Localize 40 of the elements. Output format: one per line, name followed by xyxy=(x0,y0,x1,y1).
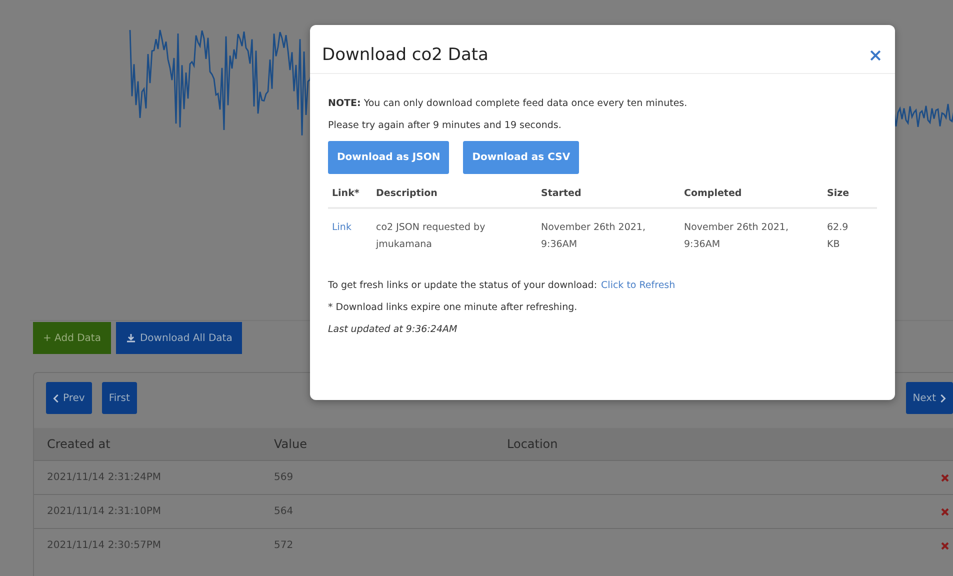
note-text: NOTE: You can only download complete feed data once every ten minutes. xyxy=(328,97,688,110)
table-cell-text: 569 xyxy=(274,472,294,483)
column-header: Started xyxy=(541,188,582,199)
next-button[interactable]: Next xyxy=(906,382,953,414)
table-cell-text: 2021/11/14 2:31:24PM xyxy=(47,472,162,483)
close-icon[interactable] xyxy=(870,50,881,60)
retry-text: Please try again after 9 minutes and 19 seconds. xyxy=(328,119,562,133)
column-header: Location xyxy=(507,437,559,451)
delete-icon[interactable] xyxy=(941,508,949,516)
table-cell-text: November 26th 2021, 9:36AM xyxy=(541,220,646,252)
table-cell-text: 572 xyxy=(274,540,294,551)
column-header: Link* xyxy=(331,188,360,199)
table-cell-text: 2021/11/14 2:30:57PM xyxy=(47,540,162,551)
column-header: Value xyxy=(274,437,308,451)
download-link[interactable]: Link xyxy=(328,218,376,253)
download-button[interactable]: Download as JSON xyxy=(328,140,450,174)
table-cell-text: 62.9 KB xyxy=(827,220,850,252)
table-cell-text: co2 JSON requested by jmukamana xyxy=(376,220,486,252)
download-icon xyxy=(126,333,136,343)
chevron-right-icon xyxy=(940,394,946,402)
footnote-text: * Download links expire one minute after refreshing. xyxy=(328,301,578,314)
refresh-text: To get fresh links or update the status of your download: xyxy=(328,278,598,292)
delete-icon[interactable] xyxy=(941,542,949,550)
toolbar-button[interactable]: Download All Data xyxy=(116,322,242,354)
prev-button[interactable]: Prev xyxy=(46,382,92,414)
last-updated-text: Last updated at 9:36:24AM xyxy=(328,323,458,337)
refresh-link[interactable]: Click to Refresh xyxy=(601,278,676,292)
table-cell-text: November 26th 2021, 9:36AM xyxy=(684,220,789,252)
column-header: Completed xyxy=(684,188,743,199)
column-header: Created at xyxy=(47,437,112,451)
toolbar-button[interactable]: + Add Data xyxy=(33,322,111,354)
chevron-left-icon xyxy=(53,394,59,402)
dialog-title: Download co2 Data xyxy=(322,45,488,65)
first-button[interactable]: First xyxy=(102,382,137,414)
column-header: Size xyxy=(827,188,850,199)
delete-icon[interactable] xyxy=(941,474,949,482)
table-cell-text: 564 xyxy=(274,506,294,517)
download-button[interactable]: Download as CSV xyxy=(463,140,580,174)
column-header: Description xyxy=(376,188,438,199)
table-cell-text: 2021/11/14 2:31:10PM xyxy=(47,506,162,517)
